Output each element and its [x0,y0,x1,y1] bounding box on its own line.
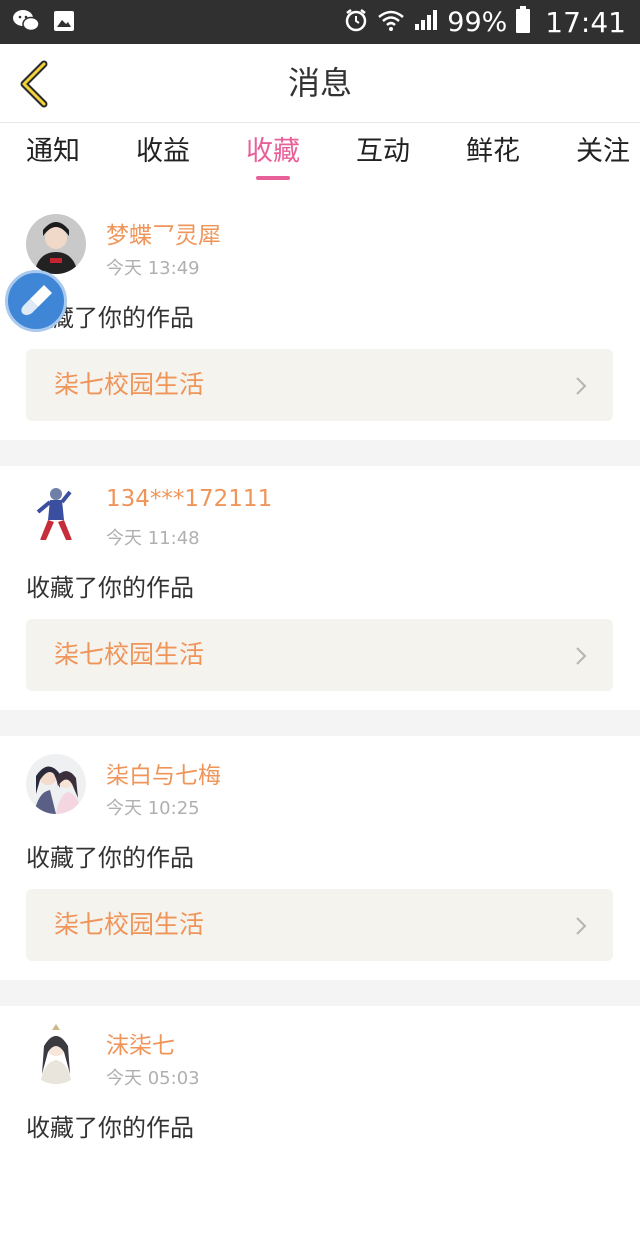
list-item: 柒白与七梅 今天 10:25 收藏了你的作品 柒七校园生活 [0,736,640,980]
tab-follows[interactable]: 关注 [576,122,630,184]
message-time: 今天 10:25 [106,798,200,819]
status-bar: 99% 17:41 [0,0,640,44]
tab-favorites[interactable]: 收藏 [246,122,300,184]
message-time: 今天 05:03 [106,1068,200,1089]
work-link[interactable]: 柒七校园生活 [26,889,613,961]
message-time: 今天 13:49 [106,258,200,279]
action-text: 收藏了你的作品 [26,574,194,602]
work-title: 柒七校园生活 [54,640,205,669]
user-name[interactable]: 柒白与七梅 [106,756,221,790]
chevron-right-icon [576,377,587,395]
page-title: 消息 [287,64,352,102]
battery-icon [515,6,531,38]
tab-flowers[interactable]: 鲜花 [466,122,520,184]
user-name[interactable]: 梦蝶乛灵犀 [106,216,221,250]
alarm-icon [343,7,369,37]
work-link[interactable]: 柒七校园生活 [26,349,613,421]
tab-notifications[interactable]: 通知 [26,122,80,184]
user-name[interactable]: 沫柒七 [106,1026,175,1060]
chevron-right-icon [576,647,587,665]
avatar[interactable] [26,754,86,814]
clock: 17:41 [545,5,626,39]
app-header: 消息 [0,44,640,123]
avatar[interactable] [26,214,86,274]
user-name[interactable]: 134***172111 [106,486,272,512]
divider [0,710,640,736]
wifi-icon [377,8,405,36]
action-text: 收藏了你的作品 [26,844,194,872]
gallery-icon [52,9,76,37]
signal-icon [413,8,439,36]
battery-percent: 99% [447,6,508,38]
avatar[interactable] [26,1024,86,1084]
floating-brush-button[interactable] [5,270,67,332]
work-title: 柒七校园生活 [54,370,205,399]
list-item: 梦蝶乛灵犀 今天 13:49 收藏了你的作品 柒七校园生活 [0,196,640,440]
work-link[interactable]: 柒七校园生活 [26,619,613,691]
divider [0,440,640,466]
tab-earnings[interactable]: 收益 [136,122,190,184]
divider [0,980,640,1006]
chevron-right-icon [576,917,587,935]
message-list: 梦蝶乛灵犀 今天 13:49 收藏了你的作品 柒七校园生活 134***1721… [0,196,640,1250]
list-item: 134***172111 今天 11:48 收藏了你的作品 柒七校园生活 [0,466,640,710]
work-title: 柒七校园生活 [54,910,205,939]
wechat-icon [12,8,40,38]
tab-bar: 通知 收益 收藏 互动 鲜花 关注 [0,122,640,184]
avatar[interactable] [26,484,86,544]
list-item: 沫柒七 今天 05:03 收藏了你的作品 [0,1006,640,1250]
message-time: 今天 11:48 [106,528,200,549]
brush-icon [21,285,52,315]
tab-interactions[interactable]: 互动 [356,122,410,184]
